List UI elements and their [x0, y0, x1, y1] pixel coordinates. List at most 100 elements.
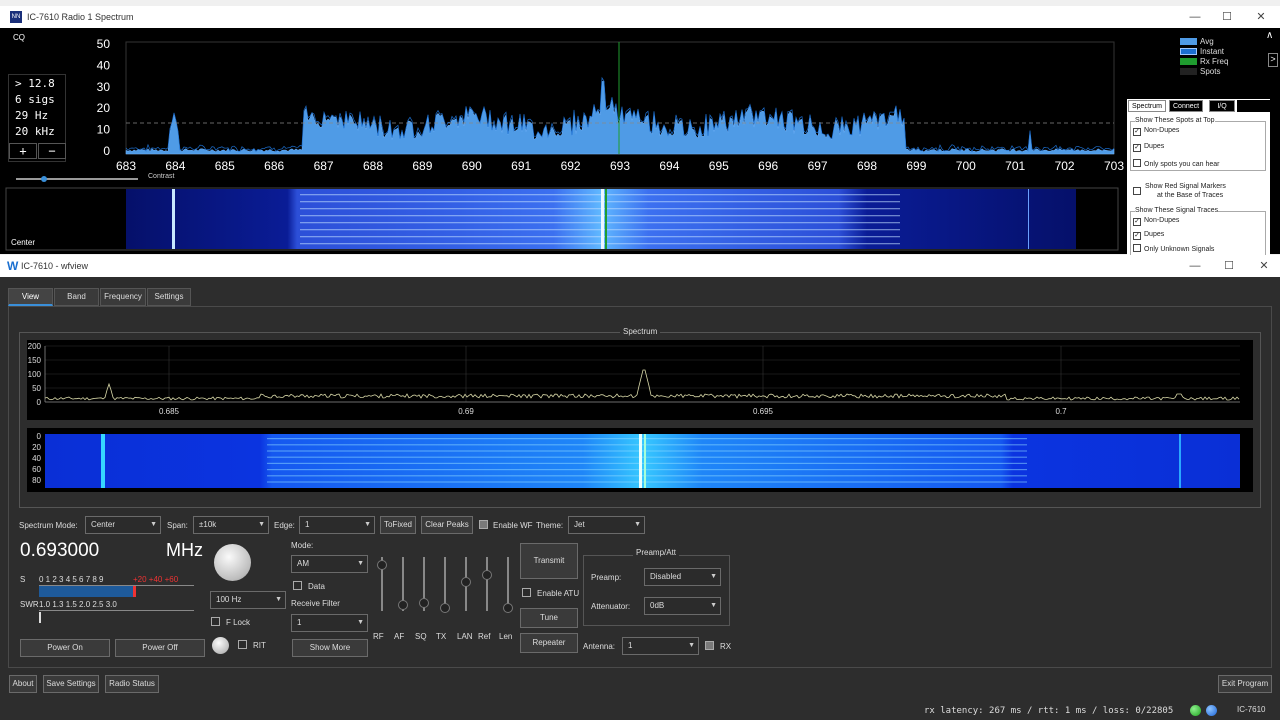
clear-peaks-button[interactable]: Clear Peaks [421, 516, 473, 534]
close-icon[interactable]: ✕ [1246, 9, 1276, 25]
s-meter-bar [39, 586, 135, 597]
red-markers-line2: at the Base of Traces [1157, 192, 1224, 199]
wfview-app-icon: W [7, 259, 19, 273]
minus-button[interactable]: − [38, 143, 66, 159]
checkbox[interactable]: ✓ [1133, 218, 1141, 226]
tab-spectrum[interactable]: Spectrum [1128, 100, 1166, 112]
show-more-button[interactable]: Show More [292, 639, 368, 657]
status-text: rx latency: 267 ms / rtt: 1 ms / loss: 0… [924, 706, 1174, 716]
theme-select[interactable]: Jet ▼ [568, 516, 645, 534]
repeater-button[interactable]: Repeater [520, 633, 578, 653]
power-off-button[interactable]: Power Off [115, 639, 205, 657]
waterfall-stripe [300, 208, 900, 210]
minimize-icon[interactable]: — [1180, 258, 1210, 274]
tune-button[interactable]: Tune [520, 608, 578, 628]
theme-label: Theme: [536, 521, 564, 530]
waterfall-y-tick-label: 80 [32, 476, 41, 485]
radio-status-button[interactable]: Radio Status [105, 675, 159, 693]
data-checkbox[interactable] [293, 581, 302, 590]
contrast-slider-handle[interactable] [41, 176, 47, 182]
signal-info-box: > 12.8 6 sigs 29 Hz 20 kHz + − [8, 74, 66, 162]
tab-settings[interactable]: Settings [147, 288, 191, 306]
avg-swatch [1180, 38, 1197, 45]
spectrum-mode-label: Spectrum Mode: [19, 521, 78, 530]
slider-handle[interactable] [503, 603, 513, 613]
receive-filter-select[interactable]: 1 ▼ [291, 614, 368, 632]
swr-label: SWR [20, 600, 39, 609]
waterfall2-carrier-693a [639, 434, 642, 488]
receive-filter-value: 1 [297, 618, 302, 627]
mode-value: AM [297, 559, 309, 568]
span-value: ±10k [199, 520, 217, 529]
edge-value: 1 [305, 520, 310, 529]
tofixed-button[interactable]: ToFixed [380, 516, 416, 534]
tab-frequency[interactable]: Frequency [100, 288, 146, 306]
maximize-icon[interactable]: ☐ [1212, 9, 1242, 25]
expand-icon[interactable]: > [1268, 53, 1278, 67]
edge-select[interactable]: 1 ▼ [299, 516, 375, 534]
slider-handle[interactable] [398, 600, 408, 610]
rit-checkbox[interactable] [238, 640, 247, 649]
save-settings-button[interactable]: Save Settings [43, 675, 99, 693]
attenuator-select[interactable]: 0dB ▼ [644, 597, 721, 615]
close-icon[interactable]: ✕ [1249, 258, 1279, 274]
slider-handle[interactable] [419, 598, 429, 608]
enable-wf-label: Enable WF [493, 521, 533, 530]
tab-iq[interactable]: I/Q [1209, 100, 1235, 112]
checkbox[interactable] [1133, 187, 1141, 195]
spectrum-y-tick-label: 50 [32, 384, 41, 393]
rx-checkbox[interactable] [705, 641, 714, 650]
spots-only-hear[interactable]: Only spots you can hear [1133, 159, 1220, 169]
slider-label: Ref [478, 632, 491, 641]
about-button[interactable]: About [9, 675, 37, 693]
s-meter-plus-scale: +20 +40 +60 [133, 575, 179, 584]
spots-nondupes[interactable]: ✓ Non-Dupes [1133, 127, 1179, 137]
plus-button[interactable]: + [9, 143, 37, 159]
f-lock-checkbox[interactable] [211, 617, 220, 626]
checkbox[interactable]: ✓ [1133, 128, 1141, 136]
maximize-icon[interactable]: ☐ [1214, 258, 1244, 274]
checkbox[interactable]: ✓ [1133, 232, 1141, 240]
span-select[interactable]: ±10k ▼ [193, 516, 269, 534]
x-tick-label: 684 [165, 159, 185, 173]
tab-strip-fill [1237, 100, 1270, 112]
traces-nondupes[interactable]: ✓ Non-Dupes [1133, 217, 1179, 227]
preamp-select[interactable]: Disabled ▼ [644, 568, 721, 586]
mode-select[interactable]: AM ▼ [291, 555, 368, 573]
s-meter-peak [133, 586, 136, 597]
checkbox-label: Dupes [1144, 231, 1165, 238]
power-on-button[interactable]: Power On [20, 639, 110, 657]
enable-wf-checkbox[interactable] [479, 520, 488, 529]
x-tick-label: 695 [709, 159, 729, 173]
slider-handle[interactable] [461, 577, 471, 587]
tab-view[interactable]: View [8, 288, 53, 306]
checkbox[interactable] [1133, 244, 1141, 252]
radio-name: IC-7610 [1237, 705, 1266, 714]
exit-program-button[interactable]: Exit Program [1218, 675, 1272, 693]
tab-band[interactable]: Band [54, 288, 99, 306]
slider-track[interactable] [486, 557, 488, 611]
scroll-up-icon[interactable]: ∧ [1266, 30, 1278, 46]
spectrum-mode-select[interactable]: Center ▼ [85, 516, 161, 534]
traces-dupes[interactable]: ✓ Dupes [1133, 231, 1164, 241]
checkbox[interactable] [1133, 159, 1141, 167]
spots-panel: Spectrum Connect I/Q Show These Spots at… [1127, 99, 1270, 256]
tuning-knob[interactable] [214, 544, 251, 581]
transmit-button[interactable]: Transmit [520, 543, 578, 579]
traces-unknown[interactable]: Only Unknown Signals [1133, 244, 1214, 254]
checkbox[interactable]: ✓ [1133, 144, 1141, 152]
slider-handle[interactable] [440, 603, 450, 613]
slider-handle[interactable] [482, 570, 492, 580]
sig-line: 6 sigs [15, 93, 55, 106]
tab-connect[interactable]: Connect [1169, 100, 1204, 112]
enable-atu-checkbox[interactable] [522, 588, 531, 597]
waterfall-stripe [267, 481, 1027, 483]
rit-knob[interactable] [212, 637, 229, 654]
antenna-select[interactable]: 1 ▼ [622, 637, 699, 655]
x-tick-label: 686 [264, 159, 284, 173]
minimize-icon[interactable]: — [1180, 9, 1210, 25]
x-tick-label: 685 [215, 159, 235, 173]
spots-dupes[interactable]: ✓ Dupes [1133, 143, 1164, 153]
tuning-step-select[interactable]: 100 Hz ▼ [210, 591, 286, 609]
slider-handle[interactable] [377, 560, 387, 570]
